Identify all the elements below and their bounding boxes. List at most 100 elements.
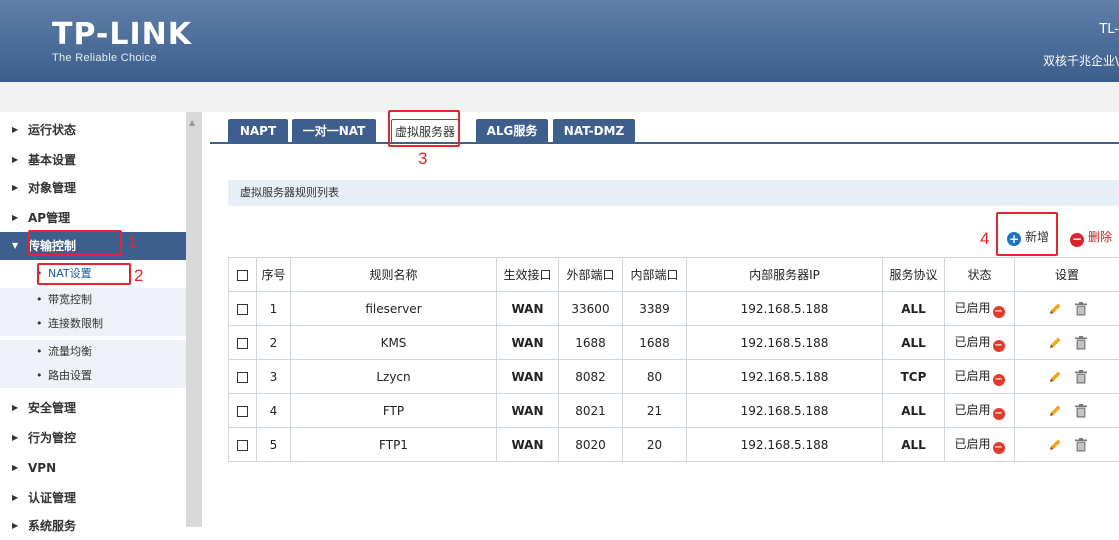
column-header: 外部端口 bbox=[559, 258, 623, 292]
sidebar-item-label: AP管理 bbox=[28, 211, 70, 225]
bullet-icon: • bbox=[36, 288, 43, 312]
bullet-icon: • bbox=[36, 340, 43, 364]
sidebar-item-system-services[interactable]: ▶ 系统服务 bbox=[0, 512, 186, 540]
cell-proto: TCP bbox=[883, 360, 945, 394]
row-checkbox[interactable] bbox=[237, 304, 248, 315]
chevron-right-icon: ▶ bbox=[12, 204, 18, 232]
edit-icon[interactable] bbox=[1047, 335, 1063, 351]
status-text: 已启用 bbox=[954, 369, 990, 383]
sidebar-subitem-bandwidth-control[interactable]: • 带宽控制 bbox=[0, 288, 186, 312]
trash-icon[interactable] bbox=[1075, 302, 1087, 316]
cell-int: 80 bbox=[623, 360, 687, 394]
tab-underline bbox=[210, 142, 1119, 144]
cell-status: 已启用− bbox=[945, 326, 1015, 360]
sidebar-item-behavior-control[interactable]: ▶ 行为管控 bbox=[0, 424, 186, 452]
sidebar-item-status[interactable]: ▶ 运行状态 bbox=[0, 116, 186, 144]
sidebar-subitem-label: 连接数限制 bbox=[48, 317, 103, 330]
cell-name: FTP1 bbox=[291, 428, 497, 462]
tab-one-to-one-nat[interactable]: 一对一NAT bbox=[292, 119, 376, 143]
sidebar-item-label: VPN bbox=[28, 461, 56, 475]
cell-iface: WAN bbox=[497, 360, 559, 394]
row-checkbox[interactable] bbox=[237, 440, 248, 451]
bullet-icon: • bbox=[36, 312, 43, 336]
edit-icon[interactable] bbox=[1047, 403, 1063, 419]
trash-icon[interactable] bbox=[1075, 438, 1087, 452]
annotation-box-4 bbox=[996, 212, 1058, 256]
trash-icon[interactable] bbox=[1075, 370, 1087, 384]
cell-ip: 192.168.5.188 bbox=[687, 360, 883, 394]
column-header: 生效接口 bbox=[497, 258, 559, 292]
table-header-row: 序号 规则名称 生效接口 外部端口 内部端口 内部服务器IP 服务协议 状态 设… bbox=[229, 258, 1119, 292]
chevron-right-icon: ▶ bbox=[12, 146, 18, 174]
cell-ext: 1688 bbox=[559, 326, 623, 360]
virtual-server-table: 序号 规则名称 生效接口 外部端口 内部端口 内部服务器IP 服务协议 状态 设… bbox=[228, 257, 1119, 462]
table-row: 3LzycnWAN808280192.168.5.188TCP已启用− bbox=[229, 360, 1119, 394]
column-header: 内部服务器IP bbox=[687, 258, 883, 292]
table-row: 1fileserverWAN336003389192.168.5.188ALL已… bbox=[229, 292, 1119, 326]
sidebar-subitem-label: 路由设置 bbox=[48, 369, 92, 382]
sidebar-item-authentication[interactable]: ▶ 认证管理 bbox=[0, 484, 186, 512]
annotation-number-4: 4 bbox=[980, 229, 989, 249]
cell-ext: 8020 bbox=[559, 428, 623, 462]
select-all-cell bbox=[229, 258, 257, 292]
row-checkbox[interactable] bbox=[237, 338, 248, 349]
cell-settings bbox=[1015, 326, 1119, 360]
tab-alg-service[interactable]: ALG服务 bbox=[476, 119, 548, 143]
model-description: 双核千兆企业\ bbox=[1043, 52, 1119, 69]
sidebar-item-label: 基本设置 bbox=[28, 153, 76, 167]
sidebar-subitem-load-balance[interactable]: • 流量均衡 bbox=[0, 340, 186, 364]
sidebar-subitem-connection-limit[interactable]: • 连接数限制 bbox=[0, 312, 186, 336]
cell-ip: 192.168.5.188 bbox=[687, 326, 883, 360]
cell-no: 4 bbox=[257, 394, 291, 428]
disable-toggle-icon[interactable]: − bbox=[993, 442, 1005, 454]
status-text: 已启用 bbox=[954, 335, 990, 349]
cell-proto: ALL bbox=[883, 292, 945, 326]
sidebar-item-vpn[interactable]: ▶ VPN bbox=[0, 454, 186, 482]
table-row: 2KMSWAN16881688192.168.5.188ALL已启用− bbox=[229, 326, 1119, 360]
disable-toggle-icon[interactable]: − bbox=[993, 340, 1005, 352]
cell-ext: 33600 bbox=[559, 292, 623, 326]
disable-toggle-icon[interactable]: − bbox=[993, 306, 1005, 318]
annotation-number-2: 2 bbox=[134, 266, 143, 286]
edit-icon[interactable] bbox=[1047, 301, 1063, 317]
column-header: 状态 bbox=[945, 258, 1015, 292]
cell-name: FTP bbox=[291, 394, 497, 428]
tab-nat-dmz[interactable]: NAT-DMZ bbox=[553, 119, 635, 143]
trash-icon[interactable] bbox=[1075, 404, 1087, 418]
row-select-cell bbox=[229, 292, 257, 326]
annotation-number-1: 1 bbox=[128, 233, 137, 253]
scroll-up-icon[interactable]: ▲ bbox=[189, 118, 195, 127]
sidebar-item-object-management[interactable]: ▶ 对象管理 bbox=[0, 174, 186, 202]
row-checkbox[interactable] bbox=[237, 372, 248, 383]
cell-proto: ALL bbox=[883, 394, 945, 428]
cell-name: fileserver bbox=[291, 292, 497, 326]
sidebar-subitem-label: 流量均衡 bbox=[48, 345, 92, 358]
sidebar-subitem-routing[interactable]: • 路由设置 bbox=[0, 364, 186, 388]
tab-napt[interactable]: NAPT bbox=[228, 119, 288, 143]
sidebar-item-basic-settings[interactable]: ▶ 基本设置 bbox=[0, 146, 186, 174]
cell-ip: 192.168.5.188 bbox=[687, 428, 883, 462]
sidebar-item-label: 对象管理 bbox=[28, 181, 76, 195]
disable-toggle-icon[interactable]: − bbox=[993, 374, 1005, 386]
sidebar-scrollbar[interactable] bbox=[186, 112, 202, 527]
annotation-number-3: 3 bbox=[418, 149, 427, 169]
trash-icon[interactable] bbox=[1075, 336, 1087, 350]
sidebar-item-ap-management[interactable]: ▶ AP管理 bbox=[0, 204, 186, 232]
chevron-right-icon: ▶ bbox=[12, 116, 18, 144]
column-header: 规则名称 bbox=[291, 258, 497, 292]
column-header: 内部端口 bbox=[623, 258, 687, 292]
column-header: 服务协议 bbox=[883, 258, 945, 292]
cell-name: KMS bbox=[291, 326, 497, 360]
row-checkbox[interactable] bbox=[237, 406, 248, 417]
header-subbar bbox=[0, 82, 1119, 112]
edit-icon[interactable] bbox=[1047, 369, 1063, 385]
sidebar-item-label: 认证管理 bbox=[28, 491, 76, 505]
select-all-checkbox[interactable] bbox=[237, 270, 248, 281]
edit-icon[interactable] bbox=[1047, 437, 1063, 453]
sidebar-item-security[interactable]: ▶ 安全管理 bbox=[0, 394, 186, 422]
disable-toggle-icon[interactable]: − bbox=[993, 408, 1005, 420]
delete-button[interactable]: −删除 bbox=[1070, 228, 1112, 247]
cell-name: Lzycn bbox=[291, 360, 497, 394]
cell-settings bbox=[1015, 428, 1119, 462]
status-text: 已启用 bbox=[954, 301, 990, 315]
